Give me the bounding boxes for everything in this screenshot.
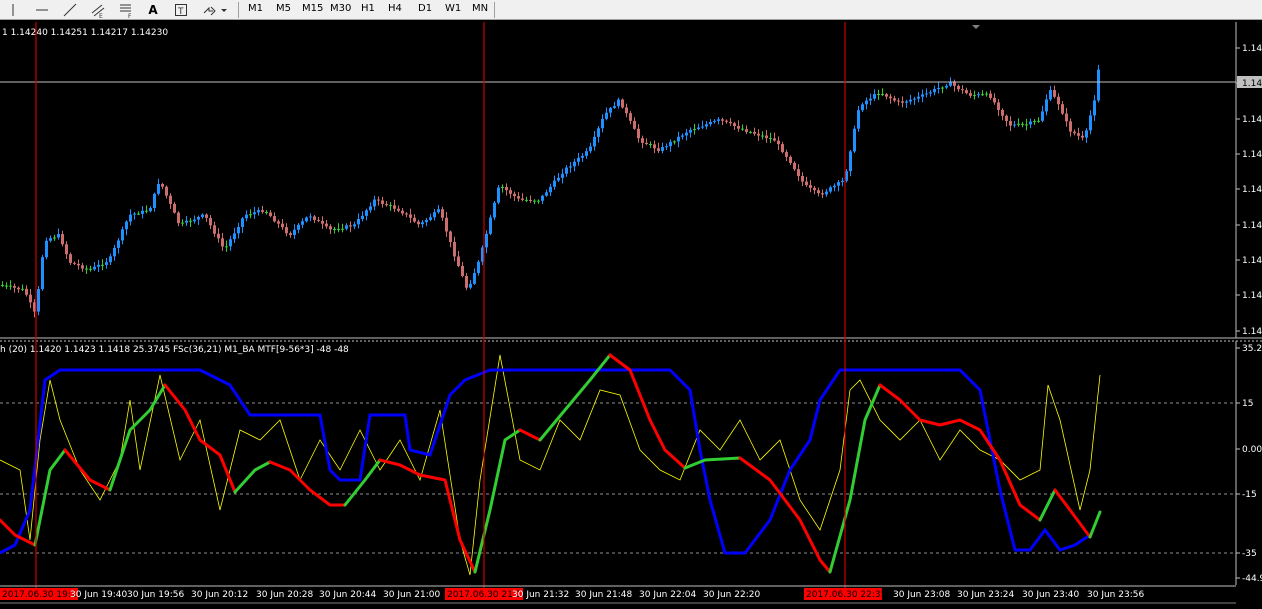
- timeframe-m30[interactable]: M30: [330, 3, 351, 14]
- chart-canvas[interactable]: 1 1.14240 1.14251 1.14217 1.14230 1.14 1.…: [0, 20, 1262, 609]
- time-label: 30 Jun 23:24: [957, 590, 1014, 600]
- toolbar: E F A T M1 M5 M15 M30 H1 H4 D1 W1 MN: [0, 0, 1262, 20]
- time-label: 30 Jun 20:12: [191, 590, 248, 600]
- time-label: 30 Jun 21:00: [383, 590, 440, 600]
- horizontal-line-icon[interactable]: [32, 1, 52, 18]
- time-label: 30 Jun 22:04: [639, 590, 696, 600]
- timeframe-m1[interactable]: M1: [248, 3, 263, 14]
- timeframe-d1[interactable]: D1: [418, 3, 432, 14]
- timeframe-m15[interactable]: M15: [302, 3, 323, 14]
- time-label: 30 Jun 23:56: [1087, 590, 1144, 600]
- time-label: 30 Jun 20:44: [319, 590, 376, 600]
- price-tick-label: 1.14: [1242, 221, 1262, 231]
- price-tick-label: 1.14: [1242, 185, 1262, 195]
- text-label-icon[interactable]: T: [172, 1, 190, 18]
- level-label: -44.9: [1242, 574, 1262, 584]
- toolbar-separator: [494, 2, 495, 18]
- price-tick-label: 1.14: [1242, 44, 1262, 54]
- timeframe-m5[interactable]: M5: [276, 3, 291, 14]
- text-tool-button[interactable]: A: [145, 1, 161, 18]
- indicator-header: h (20) 1.1420 1.1423 1.1418 25.3745 FSc(…: [0, 345, 349, 355]
- time-label: 30 Jun 19:40: [70, 590, 127, 600]
- time-label: 30 Jun 21:32: [512, 590, 569, 600]
- arrows-menu-icon[interactable]: [200, 1, 230, 18]
- level-label: 0.00: [1242, 445, 1262, 455]
- time-label: 30 Jun 23:40: [1022, 590, 1079, 600]
- level-label: -15: [1242, 490, 1257, 500]
- price-tick-label: 1.14: [1242, 256, 1262, 266]
- level-label: -35: [1242, 549, 1257, 559]
- level-label: 15: [1242, 399, 1253, 409]
- time-label: 2017.06.30 22:35: [806, 590, 886, 600]
- svg-text:F: F: [128, 13, 132, 18]
- svg-text:1.14: 1.14: [1242, 79, 1262, 89]
- time-label: 30 Jun 21:48: [575, 590, 632, 600]
- vertical-line-icon[interactable]: [6, 1, 20, 18]
- time-label: 30 Jun 23:08: [893, 590, 950, 600]
- ohlc-readout: 1 1.14240 1.14251 1.14217 1.14230: [2, 28, 168, 38]
- time-label: 30 Jun 20:28: [256, 590, 313, 600]
- svg-text:E: E: [99, 13, 103, 18]
- trendline-icon[interactable]: [60, 1, 80, 18]
- timeframe-w1[interactable]: W1: [445, 3, 461, 14]
- price-tick-label: 1.14: [1242, 327, 1262, 337]
- price-tick-label: 1.14: [1242, 115, 1262, 125]
- timeframe-h1[interactable]: H1: [361, 3, 375, 14]
- equidistant-channel-icon[interactable]: E: [87, 1, 109, 18]
- time-label: 30 Jun 22:20: [703, 590, 760, 600]
- price-tick-label: 1.14: [1242, 291, 1262, 301]
- level-label: 35.2: [1242, 344, 1262, 354]
- toolbar-separator: [238, 2, 239, 18]
- price-tick-label: 1.14: [1242, 150, 1262, 160]
- time-label: 30 Jun 19:56: [127, 590, 184, 600]
- timeframe-h4[interactable]: H4: [388, 3, 402, 14]
- timeframe-mn[interactable]: MN: [472, 3, 488, 14]
- fibonacci-icon[interactable]: F: [115, 1, 137, 18]
- svg-text:T: T: [177, 7, 184, 17]
